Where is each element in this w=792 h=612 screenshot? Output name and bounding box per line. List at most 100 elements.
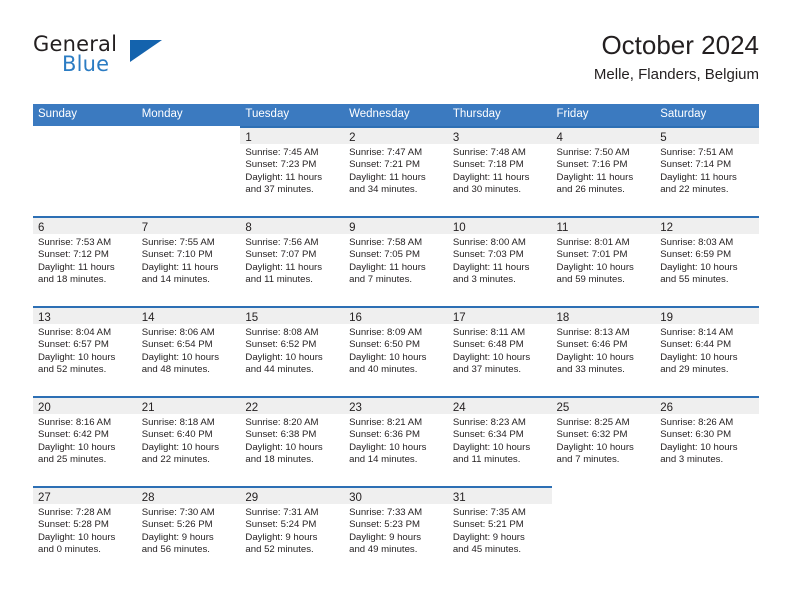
day-number: 7 xyxy=(141,222,149,234)
sunrise-time: Sunrise: 8:16 AM xyxy=(38,417,112,428)
sunrise-time: Sunrise: 8:20 AM xyxy=(245,417,319,428)
day-number-band: 3 xyxy=(447,126,552,144)
day-cell[interactable]: 3 Sunrise: 7:48 AM Sunset: 7:18 PM Daylight… xyxy=(447,126,552,216)
day-cell[interactable]: 12 Sunrise: 8:03 AM Sunset: 6:59 PM Dayligh… xyxy=(655,216,759,306)
sunrise-time: Sunrise: 7:56 AM xyxy=(245,237,319,248)
day-cell[interactable]: 5 Sunrise: 7:51 AM Sunset: 7:14 PM Daylight… xyxy=(655,126,759,216)
sunset-time: Sunset: 7:07 PM xyxy=(245,249,317,261)
logo-triangle-icon xyxy=(130,40,162,62)
calendar-week-row: 20 Sunrise: 8:16 AM Sunset: 6:42 PM Dayligh… xyxy=(33,396,759,486)
day-number: 14 xyxy=(141,312,155,324)
daylight-duration-line1: Daylight: 10 hours xyxy=(660,441,738,453)
day-number-band: 13 xyxy=(33,306,137,324)
day-number: 11 xyxy=(556,222,569,234)
sunset-time: Sunset: 6:40 PM xyxy=(141,429,213,441)
daylight-duration-line1: Daylight: 11 hours xyxy=(141,261,219,273)
sunrise-time: Sunrise: 8:03 AM xyxy=(660,237,734,248)
day-number: 17 xyxy=(452,312,466,324)
daylight-duration-line1: Daylight: 10 hours xyxy=(452,351,531,363)
day-cell[interactable]: 23 Sunrise: 8:21 AM Sunset: 6:36 PM Dayligh… xyxy=(344,396,448,486)
day-cell-empty xyxy=(33,126,137,216)
day-cell[interactable]: 10 Sunrise: 8:00 AM Sunset: 7:03 PM Dayligh… xyxy=(447,216,552,306)
day-cell[interactable]: 2 Sunrise: 7:47 AM Sunset: 7:21 PM Daylight… xyxy=(344,126,448,216)
sunset-time: Sunset: 7:18 PM xyxy=(452,159,524,171)
sunrise-time: Sunrise: 8:26 AM xyxy=(660,417,734,428)
daylight-duration-line2: and 34 minutes. xyxy=(349,184,418,196)
day-cell[interactable]: 17 Sunrise: 8:11 AM Sunset: 6:48 PM Dayligh… xyxy=(447,306,552,396)
day-cell[interactable]: 15 Sunrise: 8:08 AM Sunset: 6:52 PM Dayligh… xyxy=(240,306,345,396)
day-cell[interactable]: 30 Sunrise: 7:33 AM Sunset: 5:23 PM Dayligh… xyxy=(344,486,448,576)
day-cell[interactable]: 25 Sunrise: 8:25 AM Sunset: 6:32 PM Dayligh… xyxy=(551,396,656,486)
day-number-band: 28 xyxy=(136,486,241,504)
sunset-time: Sunset: 6:42 PM xyxy=(38,429,109,441)
day-number-band: 27 xyxy=(33,486,137,504)
day-details: Sunrise: 8:14 AM Sunset: 6:44 PM Daylight:… xyxy=(655,324,759,377)
sunrise-time: Sunrise: 7:45 AM xyxy=(245,147,319,158)
day-number-band: 12 xyxy=(655,216,759,234)
weekday-header-saturday: Saturday xyxy=(660,108,707,120)
daylight-duration-line1: Daylight: 10 hours xyxy=(660,351,738,363)
location-subtitle: Melle, Flanders, Belgium xyxy=(593,66,759,83)
day-number: 10 xyxy=(452,222,466,234)
day-cell[interactable]: 13 Sunrise: 8:04 AM Sunset: 6:57 PM Dayligh… xyxy=(33,306,137,396)
day-number-band xyxy=(551,486,656,504)
calendar-week-row: 6 Sunrise: 7:53 AM Sunset: 7:12 PM Daylight… xyxy=(33,216,759,306)
day-details: Sunrise: 7:47 AM Sunset: 7:21 PM Daylight:… xyxy=(344,144,448,197)
sunset-time: Sunset: 6:32 PM xyxy=(556,429,628,441)
day-cell[interactable]: 21 Sunrise: 8:18 AM Sunset: 6:40 PM Dayligh… xyxy=(136,396,241,486)
weekday-header-friday: Friday xyxy=(556,108,589,120)
sunset-time: Sunset: 5:26 PM xyxy=(141,519,213,531)
sunset-time: Sunset: 6:54 PM xyxy=(141,339,213,351)
day-number-band: 25 xyxy=(551,396,656,414)
day-cell[interactable]: 11 Sunrise: 8:01 AM Sunset: 7:01 PM Dayligh… xyxy=(551,216,656,306)
day-number: 19 xyxy=(660,312,674,324)
day-cell[interactable]: 24 Sunrise: 8:23 AM Sunset: 6:34 PM Dayligh… xyxy=(447,396,552,486)
calendar-weeks: 1 Sunrise: 7:45 AM Sunset: 7:23 PM Daylight… xyxy=(33,126,759,576)
day-cell[interactable]: 9 Sunrise: 7:58 AM Sunset: 7:05 PM Daylight… xyxy=(344,216,448,306)
sunrise-time: Sunrise: 8:13 AM xyxy=(556,327,630,338)
day-cell[interactable]: 26 Sunrise: 8:26 AM Sunset: 6:30 PM Dayligh… xyxy=(655,396,759,486)
sunset-time: Sunset: 7:01 PM xyxy=(556,249,628,261)
day-details: Sunrise: 8:11 AM Sunset: 6:48 PM Daylight:… xyxy=(448,324,552,377)
day-details: Sunrise: 7:48 AM Sunset: 7:18 PM Daylight:… xyxy=(448,144,552,197)
day-cell[interactable]: 18 Sunrise: 8:13 AM Sunset: 6:46 PM Dayligh… xyxy=(551,306,656,396)
day-cell[interactable]: 1 Sunrise: 7:45 AM Sunset: 7:23 PM Daylight… xyxy=(240,126,345,216)
sunset-time: Sunset: 7:03 PM xyxy=(452,249,524,261)
sunset-time: Sunset: 7:21 PM xyxy=(349,159,421,171)
daylight-duration-line2: and 26 minutes. xyxy=(556,184,625,196)
sunrise-time: Sunrise: 7:35 AM xyxy=(452,507,526,518)
day-cell[interactable]: 16 Sunrise: 8:09 AM Sunset: 6:50 PM Dayligh… xyxy=(344,306,448,396)
day-cell[interactable]: 4 Sunrise: 7:50 AM Sunset: 7:16 PM Daylight… xyxy=(551,126,656,216)
day-details: Sunrise: 8:09 AM Sunset: 6:50 PM Daylight:… xyxy=(344,324,448,377)
day-cell[interactable]: 20 Sunrise: 8:16 AM Sunset: 6:42 PM Dayligh… xyxy=(33,396,137,486)
day-number-band: 10 xyxy=(447,216,552,234)
sunrise-time: Sunrise: 8:09 AM xyxy=(349,327,423,338)
day-number: 20 xyxy=(38,402,51,414)
weekday-header-tuesday: Tuesday xyxy=(245,108,290,120)
daylight-duration-line1: Daylight: 11 hours xyxy=(556,171,634,183)
day-details: Sunrise: 8:26 AM Sunset: 6:30 PM Daylight:… xyxy=(655,414,759,467)
page-header: General Blue October 2024 Melle, Flander… xyxy=(33,28,759,98)
weekday-header-sunday: Sunday xyxy=(38,108,78,120)
day-cell[interactable]: 27 Sunrise: 7:28 AM Sunset: 5:28 PM Dayligh… xyxy=(33,486,137,576)
day-cell[interactable]: 29 Sunrise: 7:31 AM Sunset: 5:24 PM Dayligh… xyxy=(240,486,345,576)
daylight-duration-line1: Daylight: 10 hours xyxy=(349,441,427,453)
day-cell[interactable]: 14 Sunrise: 8:06 AM Sunset: 6:54 PM Dayligh… xyxy=(136,306,241,396)
day-cell[interactable]: 28 Sunrise: 7:30 AM Sunset: 5:26 PM Dayligh… xyxy=(136,486,241,576)
day-details: Sunrise: 7:35 AM Sunset: 5:21 PM Daylight:… xyxy=(448,504,552,557)
day-cell[interactable]: 19 Sunrise: 8:14 AM Sunset: 6:44 PM Dayligh… xyxy=(655,306,759,396)
day-details: Sunrise: 7:56 AM Sunset: 7:07 PM Daylight:… xyxy=(240,234,344,287)
daylight-duration-line2: and 18 minutes. xyxy=(38,274,107,286)
day-cell[interactable]: 8 Sunrise: 7:56 AM Sunset: 7:07 PM Daylight… xyxy=(240,216,345,306)
day-number-band: 16 xyxy=(344,306,448,324)
day-cell[interactable]: 6 Sunrise: 7:53 AM Sunset: 7:12 PM Daylight… xyxy=(33,216,137,306)
day-cell[interactable]: 7 Sunrise: 7:55 AM Sunset: 7:10 PM Daylight… xyxy=(136,216,241,306)
day-details: Sunrise: 8:00 AM Sunset: 7:03 PM Daylight:… xyxy=(448,234,552,287)
generalblue-logo[interactable]: General Blue xyxy=(33,28,233,92)
day-cell[interactable]: 22 Sunrise: 8:20 AM Sunset: 6:38 PM Dayligh… xyxy=(240,396,345,486)
day-number: 2 xyxy=(349,132,356,144)
day-cell[interactable]: 31 Sunrise: 7:35 AM Sunset: 5:21 PM Dayligh… xyxy=(447,486,552,576)
sunrise-time: Sunrise: 7:51 AM xyxy=(660,147,734,158)
day-details: Sunrise: 8:16 AM Sunset: 6:42 PM Daylight:… xyxy=(33,414,137,467)
sunrise-time: Sunrise: 7:48 AM xyxy=(452,147,526,158)
